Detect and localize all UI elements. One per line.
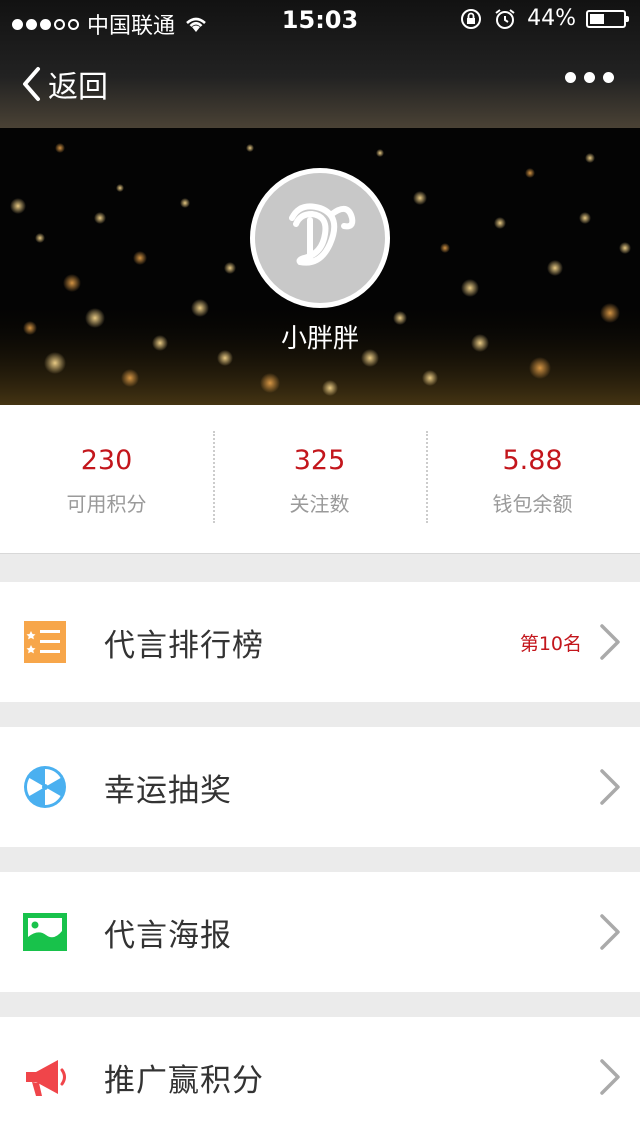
stat-label: 关注数 [289, 492, 350, 516]
menu-item-promote[interactable]: 推广赢积分 [0, 1017, 640, 1137]
stats-panel: 230 可用积分 325 关注数 5.88 钱包余额 [0, 405, 640, 554]
more-dots-icon[interactable] [565, 72, 614, 83]
stat-follows[interactable]: 325 关注数 [213, 405, 426, 553]
stat-value: 5.88 [502, 445, 563, 476]
chevron-right-icon [600, 1059, 620, 1095]
menu-item-poster[interactable]: 代言海报 [0, 872, 640, 992]
stat-value: 325 [293, 445, 346, 476]
alarm-icon [495, 8, 515, 29]
stat-label: 可用积分 [66, 492, 147, 516]
status-bar: 中国联通 15:03 44% [0, 0, 640, 40]
chevron-left-icon [23, 67, 40, 101]
lottery-wheel-icon [24, 766, 66, 808]
chevron-right-icon [600, 624, 620, 660]
menu-item-lottery[interactable]: 幸运抽奖 [0, 727, 640, 847]
chevron-right-icon [600, 914, 620, 950]
navigation-bar: 返回 [0, 50, 640, 118]
stat-label: 钱包余额 [492, 492, 573, 516]
menu-item-label: 代言海报 [104, 917, 232, 954]
menu-item-label: 代言排行榜 [104, 627, 264, 664]
profile-header: 中国联通 15:03 44% 返回 小胖胖 [0, 0, 640, 405]
menu-item-label: 幸运抽奖 [104, 772, 232, 809]
stat-wallet[interactable]: 5.88 钱包余额 [426, 405, 639, 553]
status-right: 44% [459, 6, 629, 31]
stat-value: 230 [80, 445, 133, 476]
megaphone-icon [26, 1060, 66, 1096]
rank-badge: 第10名 [519, 632, 582, 655]
username: 小胖胖 [280, 324, 359, 354]
stat-points[interactable]: 230 可用积分 [0, 405, 213, 553]
menu-item-ranking[interactable]: 代言排行榜 第10名 [0, 582, 640, 702]
chevron-right-icon [600, 769, 620, 805]
back-button[interactable]: 返回 [20, 62, 108, 106]
avatar[interactable] [250, 168, 390, 308]
back-label: 返回 [48, 70, 108, 105]
poster-image-icon [23, 913, 67, 951]
menu-item-label: 推广赢积分 [104, 1062, 264, 1099]
ranking-list-icon [24, 621, 66, 663]
rotation-lock-icon [461, 8, 482, 29]
avatar-logo-icon [289, 203, 356, 266]
battery-percent: 44% [527, 6, 576, 31]
battery-icon [586, 9, 629, 28]
